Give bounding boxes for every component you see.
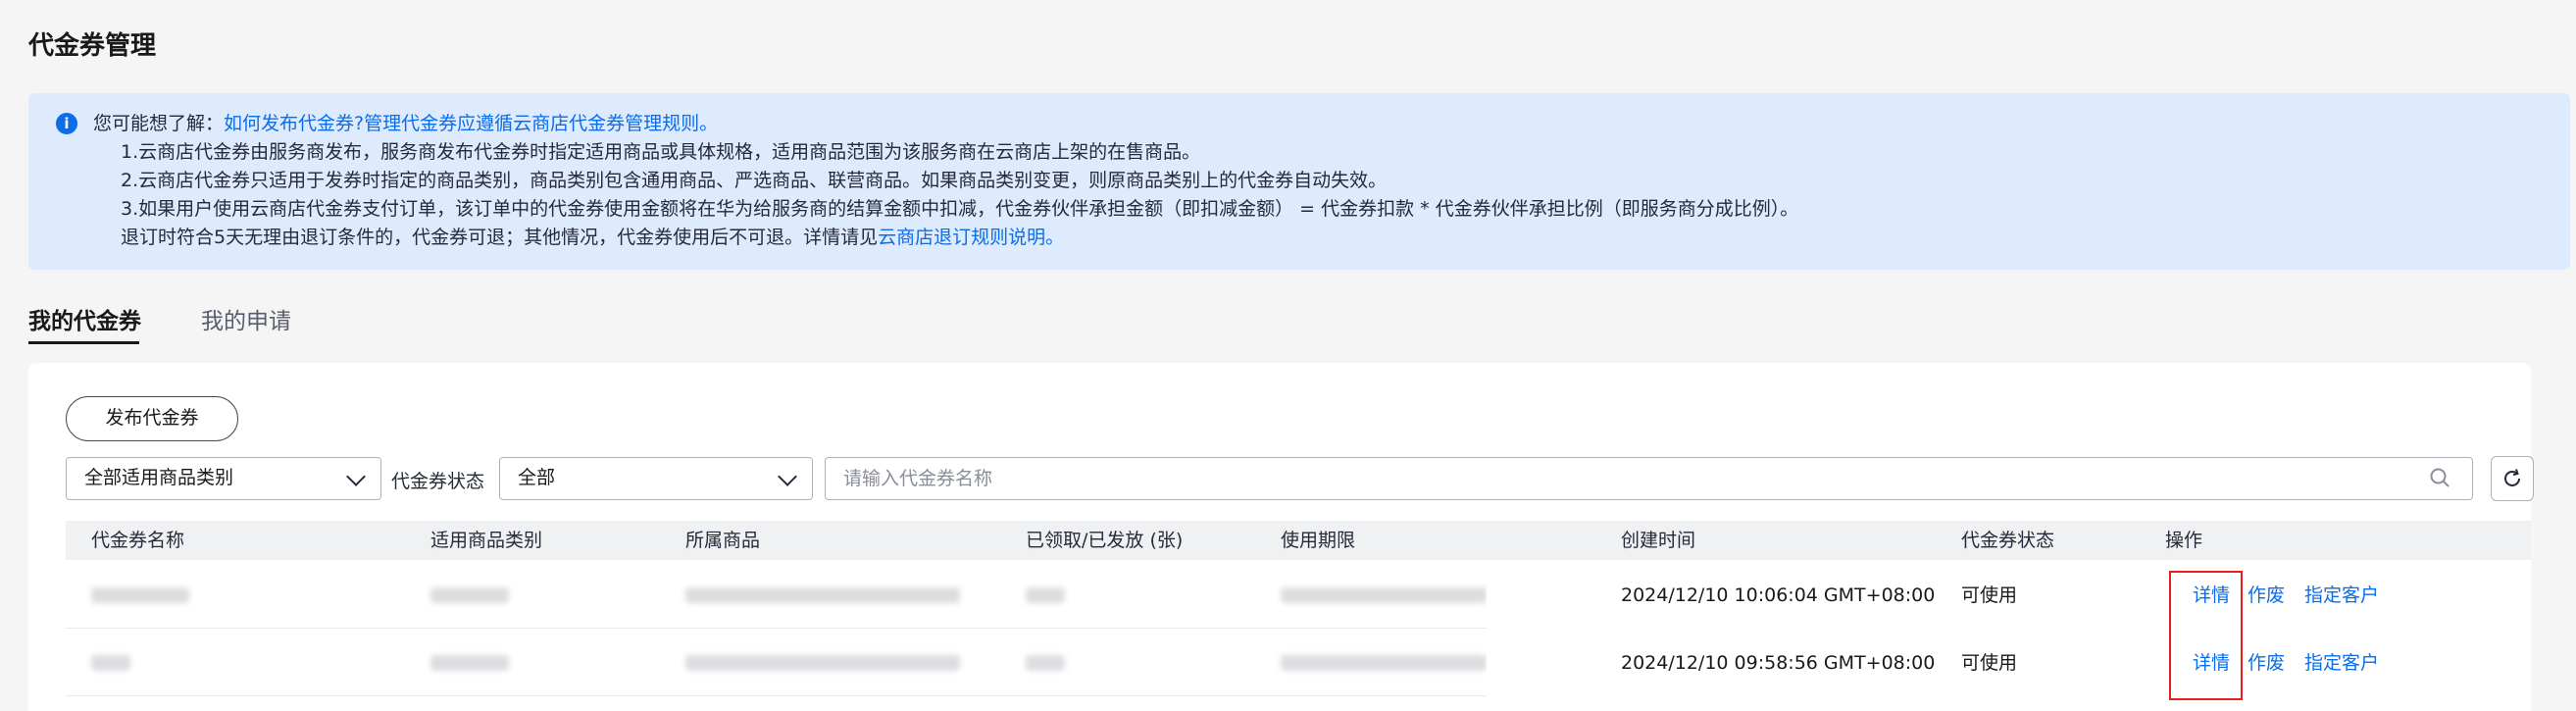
chevron-down-icon [346,467,366,486]
refresh-button[interactable] [2491,456,2534,501]
redacted-cell [1026,655,1065,671]
redacted-cell [1281,587,1487,603]
table-visible-area: 2024/12/10 10:06:04 GMT+08:00 可使用 详情 作废 … [1487,562,2531,697]
search-icon[interactable] [2429,467,2450,488]
col-actions: 操作 [2165,530,2203,551]
details-highlight-box [2169,571,2243,700]
notice-refund-text: 退订时符合5天无理由退订条件的，代金券可退；其他情况，代金券使用后不可退。详情请… [121,227,879,248]
created-time: 2024/12/10 10:06:04 GMT+08:00 [1621,584,1936,606]
redacted-cell [91,587,189,603]
notice-prefix: 您可能想了解： [93,113,225,134]
tab-my-vouchers[interactable]: 我的代金券 [28,302,141,335]
status-select[interactable]: 全部 [499,457,813,500]
created-time: 2024/12/10 09:58:56 GMT+08:00 [1621,652,1936,674]
management-rules-link[interactable]: 管理代金券应遵循云商店代金券管理规则。 [364,113,718,134]
col-voucher-name: 代金券名称 [91,530,185,551]
status-filter-label: 代金券状态 [391,471,485,492]
status-select-value: 全部 [518,467,556,488]
info-notice: i 您可能想了解：如何发布代金券?管理代金券应遵循云商店代金券管理规则。 1.云… [28,93,2570,270]
active-tab-indicator [28,341,139,344]
how-to-publish-link[interactable]: 如何发布代金券? [224,113,364,134]
col-product: 所属商品 [685,530,761,551]
redacted-cell [430,655,509,671]
redacted-cell [1026,587,1065,603]
action-assign-customer[interactable]: 指定客户 [2304,562,2379,629]
action-void[interactable]: 作废 [2248,562,2285,629]
redacted-cell [1281,655,1487,671]
search-box [825,457,2473,500]
notice-line-4: 退订时符合5天无理由退订条件的，代金券可退；其他情况，代金券使用后不可退。详情请… [121,223,1064,249]
search-input[interactable] [843,458,2412,498]
voucher-card: 发布代金券 全部适用商品类别 代金券状态 全部 代金券名称 适用商品类别 所属商… [28,363,2534,711]
page-title: 代金券管理 [28,31,157,61]
col-category: 适用商品类别 [430,530,543,551]
chevron-down-icon [778,467,797,486]
redacted-cell [685,587,960,603]
redacted-cell [685,655,960,671]
refund-rules-link[interactable]: 云商店退订规则说明 [878,227,1045,248]
col-status: 代金券状态 [1961,530,2055,551]
action-void[interactable]: 作废 [2248,630,2285,696]
notice-line-intro: 您可能想了解：如何发布代金券?管理代金券应遵循云商店代金券管理规则。 [93,109,718,135]
notice-line-3: 3.如果用户使用云商店代金券支付订单，该订单中的代金券使用金额将在华为给服务商的… [121,198,1799,220]
tab-my-applications[interactable]: 我的申请 [201,302,291,335]
col-validity: 使用期限 [1281,530,1356,551]
publish-voucher-button[interactable]: 发布代金券 [66,396,238,441]
col-created: 创建时间 [1621,530,1696,551]
category-select-value: 全部适用商品类别 [84,467,234,488]
notice-line-2: 2.云商店代金券只适用于发券时指定的商品类别，商品类别包含通用商品、严选商品、联… [121,170,1388,191]
category-select[interactable]: 全部适用商品类别 [66,457,381,500]
table-header: 代金券名称 适用商品类别 所属商品 已领取/已发放 (张) 使用期限 创建时间 … [66,521,2531,560]
voucher-status: 可使用 [1961,652,2018,674]
info-icon: i [56,113,77,134]
col-received-issued: 已领取/已发放 (张) [1026,530,1184,551]
refund-rules-suffix: 。 [1045,227,1065,248]
action-assign-customer[interactable]: 指定客户 [2304,630,2379,696]
redacted-cell [430,587,509,603]
refresh-icon [2504,469,2520,486]
voucher-status: 可使用 [1961,584,2018,606]
redacted-cell [91,655,130,671]
notice-line-1: 1.云商店代金券由服务商发布，服务商发布代金券时指定适用商品或具体规格，适用商品… [121,141,1201,163]
